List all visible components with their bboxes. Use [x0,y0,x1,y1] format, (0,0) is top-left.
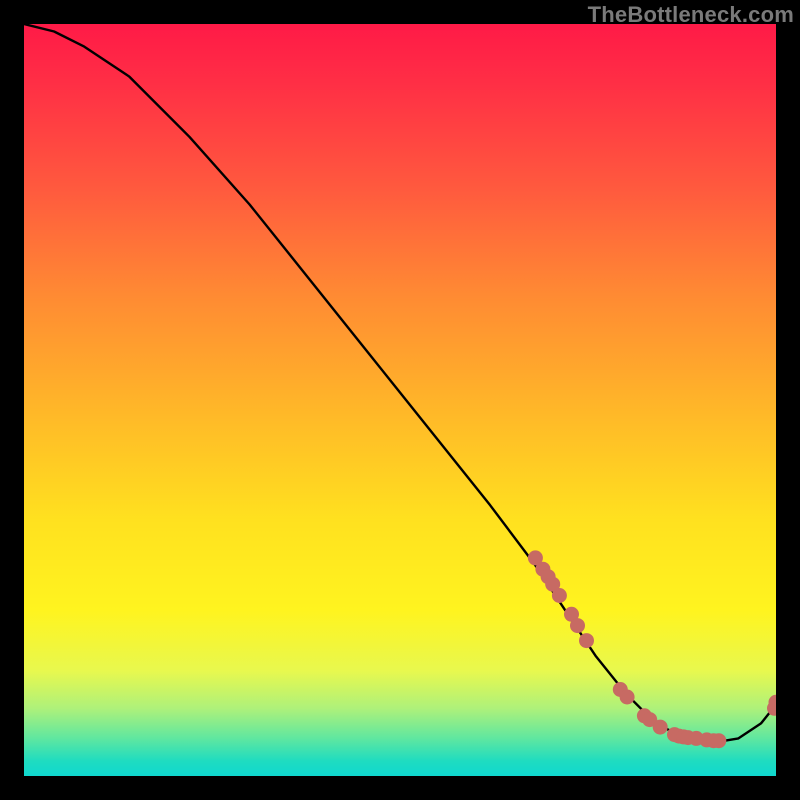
sample-point [570,618,585,633]
chart-frame: TheBottleneck.com [0,0,800,800]
sample-point [711,733,726,748]
sample-point [552,588,567,603]
sample-points-group [528,550,776,748]
bottleneck-curve [24,24,776,742]
sample-point [579,633,594,648]
plot-area [24,24,776,776]
curve-svg [24,24,776,776]
sample-point [620,690,635,705]
sample-point [653,720,668,735]
